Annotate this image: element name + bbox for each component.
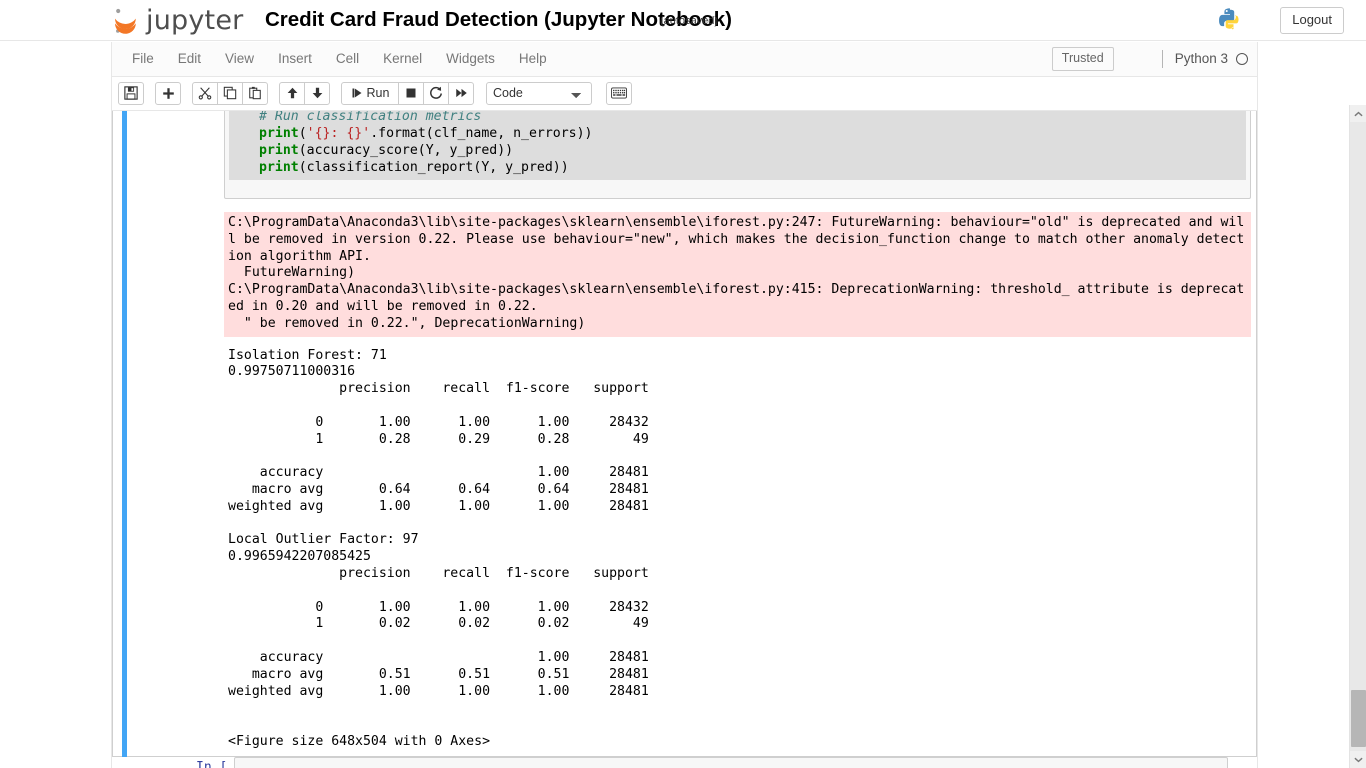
menubar-right-group: Trusted Python 3 [1051,42,1248,75]
chevron-down-icon[interactable] [1350,751,1366,768]
autosave-status: (autosaved) [660,15,719,27]
cell-input-main: # Run classification metrics print('{}: … [224,111,1251,199]
copy-icon [223,86,237,100]
code-line-comment: # Run classification metrics [259,111,482,124]
cell-output-prompt [118,212,224,751]
code-cell[interactable]: # Run classification metrics print('{}: … [112,111,1257,757]
save-floppy-icon [124,86,138,100]
cut-button[interactable] [192,81,218,105]
menu-edit[interactable]: Edit [166,43,213,75]
cell-input-prompt [118,111,224,199]
menu-kernel[interactable]: Kernel [371,43,434,75]
menu-insert[interactable]: Insert [266,43,324,75]
run-play-icon [352,88,362,98]
next-code-cell[interactable]: In [ ]: [112,757,1257,768]
jupyter-logo-icon [115,8,136,34]
scrollbar-track[interactable] [1350,122,1366,751]
scissors-icon [198,87,212,100]
toolbar-group-save [118,81,144,105]
restart-kernel-button[interactable] [423,81,449,105]
keyboard-icon [611,87,627,99]
menu-view[interactable]: View [213,43,266,75]
trusted-indicator[interactable]: Trusted [1051,46,1114,71]
interrupt-kernel-button[interactable] [398,81,424,105]
restart-circle-icon [430,86,442,99]
toolbar-group-move [279,81,330,105]
cell-input-row: # Run classification metrics print('{}: … [118,111,1251,199]
toolbar-group-palette [606,81,632,105]
stop-square-icon [406,88,416,98]
code-editor[interactable]: # Run classification metrics print('{}: … [229,111,1246,180]
notebook-canvas[interactable]: # Run classification metrics print('{}: … [111,111,1258,768]
arrow-up-icon [287,87,297,99]
menu-file[interactable]: File [120,43,166,75]
cell-type-select[interactable]: Code Markdown Raw NBConvert Heading [486,81,592,105]
toolbar-group-run: Run [341,81,474,105]
output-stdout: Isolation Forest: 71 0.99750711000316 pr… [224,347,1251,751]
notebook-toolbar: Run Code Markdown [111,77,1258,111]
menu-bar: File Edit View Insert Cell Kernel Widget… [111,42,1258,77]
insert-cell-below-button[interactable] [155,81,181,105]
editor-bottom-padding [229,180,1246,194]
plus-icon [162,87,174,99]
arrow-down-icon [312,87,322,99]
code-line-1: print('{}: {}'.format(clf_name, n_errors… [259,126,593,141]
restart-and-run-all-button[interactable] [448,81,474,105]
copy-button[interactable] [217,81,243,105]
menu-help[interactable]: Help [507,43,559,75]
toolbar-group-insert [155,81,181,105]
logout-button[interactable]: Logout [1280,7,1344,34]
cell-output-main: C:\ProgramData\Anaconda3\lib\site-packag… [224,212,1251,751]
vertical-scrollbar[interactable] [1349,105,1366,768]
scrollbar-thumb[interactable] [1351,690,1366,747]
save-button[interactable] [118,81,144,105]
menu-widgets[interactable]: Widgets [434,43,507,75]
toolbar-group-clipboard [192,81,268,105]
python-logo-icon [1219,8,1239,30]
next-cell-editor[interactable] [234,757,1228,768]
menubar-divider [1161,49,1163,68]
run-button-label: Run [366,86,390,100]
output-stderr: C:\ProgramData\Anaconda3\lib\site-packag… [224,212,1251,337]
code-line-2: print(accuracy_score(Y, y_pred)) [259,143,514,158]
toolbar-inner: Run Code Markdown [112,77,1257,109]
paste-icon [249,86,261,100]
chevron-up-icon[interactable] [1350,105,1366,122]
menu-cell[interactable]: Cell [324,43,371,75]
run-cell-button[interactable]: Run [341,81,399,105]
move-cell-up-button[interactable] [279,81,305,105]
code-line-3: print(classification_report(Y, y_pred)) [259,160,569,175]
command-palette-button[interactable] [606,81,632,105]
code-editor-wrapper[interactable]: # Run classification metrics print('{}: … [224,111,1251,199]
kernel-name-label: Python 3 [1174,51,1228,66]
page-header: jupyter Credit Card Fraud Detection (Jup… [0,0,1366,41]
fast-forward-icon [455,88,467,98]
jupyter-logo-link[interactable]: jupyter [111,3,243,39]
cell-output-row: C:\ProgramData\Anaconda3\lib\site-packag… [118,212,1251,751]
move-cell-down-button[interactable] [304,81,330,105]
jupyter-wordmark: jupyter [146,5,244,36]
paste-button[interactable] [242,81,268,105]
kernel-idle-circle-icon[interactable] [1236,52,1248,65]
